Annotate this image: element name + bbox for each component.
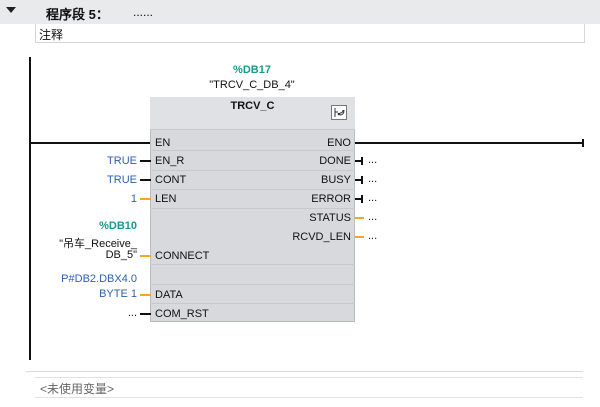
- cont-input-wire: [140, 179, 151, 181]
- pin-status[interactable]: STATUS: [280, 212, 351, 224]
- data-input-wire: [140, 294, 151, 296]
- status-operand[interactable]: ...: [368, 211, 377, 223]
- eno-power-wire: [354, 142, 584, 144]
- pin-eno[interactable]: ENO: [290, 137, 351, 149]
- busy-operand[interactable]: ...: [368, 173, 377, 185]
- pin-rcvd-len[interactable]: RCVD_LEN: [270, 231, 351, 243]
- com-rst-input-wire: [140, 313, 151, 315]
- unused-variables-box[interactable]: [35, 377, 583, 398]
- network-title[interactable]: 程序段 5：: [46, 4, 109, 23]
- network-comment-box[interactable]: [35, 24, 585, 43]
- error-output-end: [361, 195, 363, 203]
- pin-error[interactable]: ERROR: [290, 193, 351, 205]
- instance-db-address[interactable]: %DB17: [232, 64, 272, 76]
- connect-input-wire: [140, 255, 151, 257]
- pin-busy[interactable]: BUSY: [290, 174, 351, 186]
- network-divider: [26, 371, 583, 372]
- done-operand[interactable]: ...: [368, 154, 377, 166]
- pin-done[interactable]: DONE: [290, 155, 351, 167]
- block-separator: [150, 303, 355, 304]
- unused-variables-label[interactable]: <未使用变量>: [40, 380, 114, 397]
- rcvd-len-operand[interactable]: ...: [368, 230, 377, 242]
- instance-db-name[interactable]: "TRCV_C_DB_4": [190, 79, 314, 91]
- block-separator: [150, 170, 355, 171]
- block-separator: [150, 129, 355, 130]
- block-separator: [150, 150, 355, 151]
- busy-output-end: [361, 176, 363, 184]
- rcvd-len-output-wire: [355, 236, 364, 238]
- pin-len[interactable]: LEN: [155, 193, 176, 205]
- en-r-input-wire: [140, 160, 151, 162]
- block-separator: [150, 189, 355, 190]
- en-power-wire: [30, 142, 151, 144]
- block-type-label: TRCV_C: [230, 100, 275, 112]
- en-r-operand[interactable]: TRUE: [90, 155, 137, 167]
- network-title-suffix[interactable]: ......: [133, 5, 153, 19]
- status-output-wire: [355, 217, 364, 219]
- pin-com-rst[interactable]: COM_RST: [155, 308, 209, 320]
- network-comment[interactable]: 注释: [39, 26, 63, 43]
- pin-en-r[interactable]: EN_R: [155, 155, 184, 167]
- block-separator: [150, 264, 355, 265]
- error-operand[interactable]: ...: [368, 192, 377, 204]
- data-operand-line2[interactable]: BYTE 1: [60, 288, 137, 300]
- pin-en[interactable]: EN: [155, 137, 170, 149]
- right-wire-end: [582, 139, 584, 147]
- pin-data[interactable]: DATA: [155, 289, 183, 301]
- cont-operand[interactable]: TRUE: [90, 174, 137, 186]
- connection-icon[interactable]: [331, 105, 347, 120]
- done-output-end: [361, 157, 363, 165]
- left-power-rail: [29, 57, 31, 360]
- com-rst-operand[interactable]: ...: [100, 307, 137, 319]
- data-operand-line1[interactable]: P#DB2.DBX4.0: [30, 273, 137, 285]
- block-separator: [150, 208, 355, 209]
- connect-db-name-line2[interactable]: DB_5": [40, 249, 137, 261]
- pin-cont[interactable]: CONT: [155, 174, 186, 186]
- block-separator: [150, 284, 355, 285]
- pin-connect[interactable]: CONNECT: [155, 250, 209, 262]
- connect-db-address[interactable]: %DB10: [70, 220, 137, 232]
- len-input-wire: [140, 198, 151, 200]
- collapse-triangle-icon[interactable]: [6, 7, 16, 13]
- len-operand[interactable]: 1: [90, 193, 137, 205]
